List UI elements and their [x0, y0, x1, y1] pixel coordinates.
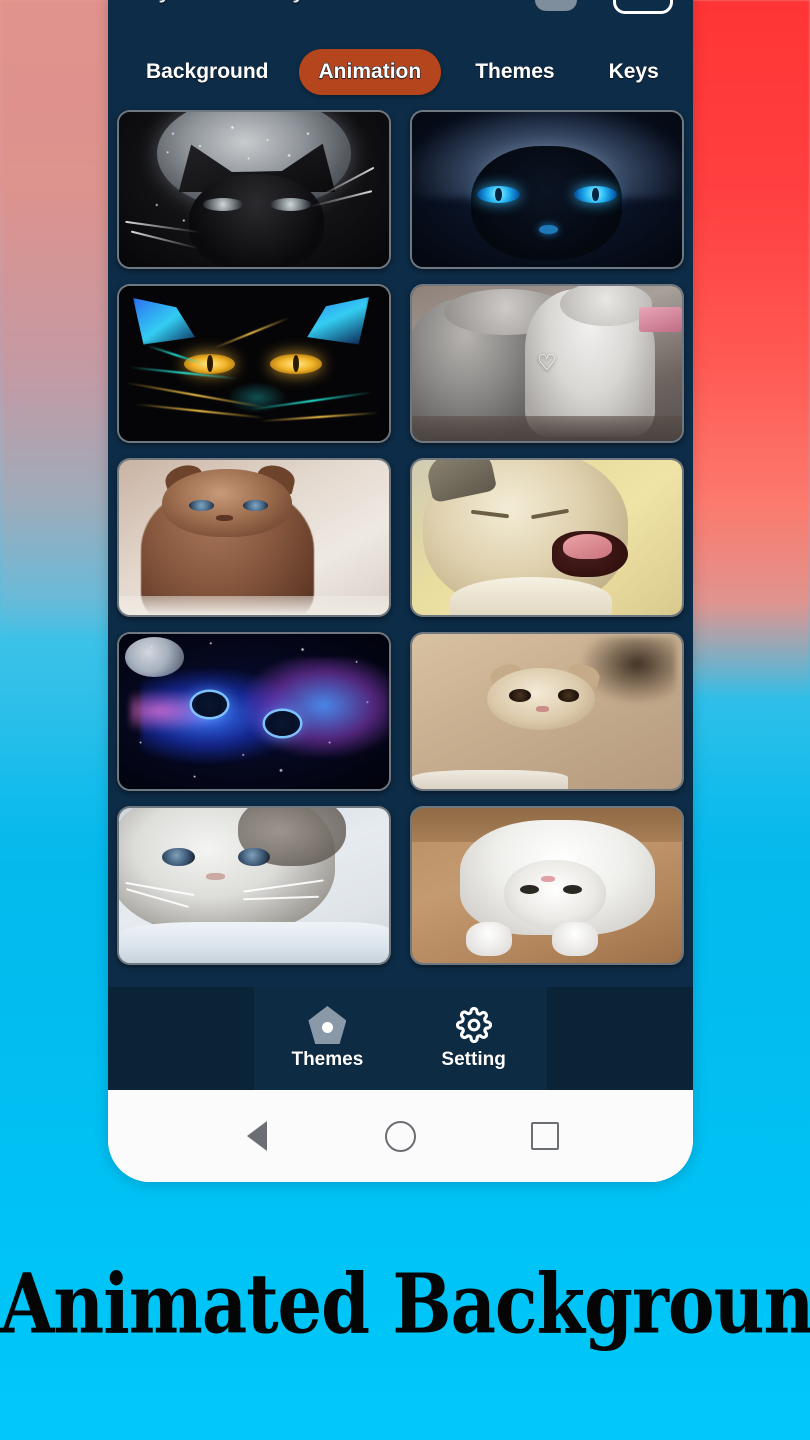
thumbnail-art [411, 111, 682, 267]
gallery-cell [401, 798, 694, 972]
gallery-item-two-hugging-kittens[interactable]: ♡ [409, 283, 684, 443]
app-bottom-nav: Themes Setting [108, 987, 693, 1090]
app-screen: My Photo Keyboard TT Background Animatio… [108, 0, 693, 1090]
thumbnail-art [411, 807, 682, 963]
tab-keys[interactable]: Keys [589, 49, 679, 95]
font-size-icon[interactable]: TT [535, 0, 577, 11]
thumbnail-art [119, 111, 390, 267]
gallery-item-fluffy-brown-kitten[interactable] [117, 457, 392, 617]
nav-spacer-left [108, 987, 254, 1090]
gallery-cell [108, 798, 401, 972]
nav-spacer-right [547, 987, 693, 1090]
gallery-cell [108, 450, 401, 624]
bottom-nav-themes[interactable]: Themes [254, 987, 401, 1090]
thumbnail-art [411, 633, 682, 789]
gallery-cell [108, 624, 401, 798]
app-title: My Photo Keyboard [136, 0, 377, 4]
header-icon-group: TT [535, 0, 673, 14]
pentagon-home-icon [308, 1006, 347, 1044]
bottom-nav-setting-label: Setting [441, 1049, 506, 1071]
gallery-item-kitten-in-blanket[interactable] [117, 805, 392, 965]
gallery-item-neon-fractal-cat[interactable] [117, 283, 392, 443]
thumbnail-art [411, 459, 682, 615]
gallery-item-starry-moon-black-cat[interactable] [117, 109, 392, 269]
tab-animation[interactable]: Animation [298, 49, 442, 95]
android-system-nav [108, 1090, 693, 1182]
promo-caption: Animated Background [0, 1254, 810, 1353]
app-header: My Photo Keyboard TT [108, 0, 693, 34]
tab-bar: Background Animation Themes Keys [108, 44, 693, 100]
recents-button[interactable] [528, 1119, 562, 1153]
gear-icon [455, 1006, 493, 1044]
phone-mockup: My Photo Keyboard TT Background Animatio… [108, 0, 693, 1182]
thumbnail-art [119, 633, 390, 789]
gallery-item-galaxy-neon-cat[interactable] [117, 631, 392, 791]
favorite-heart-icon[interactable]: ♡ [536, 352, 558, 374]
thumbnail-art [119, 285, 390, 441]
gallery-cell: ♡ [401, 276, 694, 450]
gallery-item-golden-kitten-blanket[interactable] [409, 631, 684, 791]
home-button[interactable] [384, 1119, 418, 1153]
thumbnail-art [119, 807, 390, 963]
gallery-item-white-cat-on-floor[interactable] [409, 805, 684, 965]
gallery-cell [401, 624, 694, 798]
animation-gallery-grid: ♡ [108, 102, 693, 972]
gallery-cell [108, 276, 401, 450]
gallery-cell [401, 102, 694, 276]
thumbnail-art [119, 459, 390, 615]
gallery-item-yawning-cream-cat[interactable] [409, 457, 684, 617]
minimize-icon[interactable] [613, 0, 673, 14]
bottom-nav-themes-label: Themes [291, 1049, 364, 1071]
back-button[interactable] [240, 1119, 274, 1153]
bottom-nav-setting[interactable]: Setting [400, 987, 547, 1090]
font-size-icon-label: TT [544, 0, 570, 3]
tab-themes[interactable]: Themes [455, 49, 574, 95]
tab-background[interactable]: Background [126, 49, 289, 95]
gallery-cell [401, 450, 694, 624]
gallery-cell [108, 102, 401, 276]
gallery-item-blue-glowing-eyes-cat[interactable] [409, 109, 684, 269]
